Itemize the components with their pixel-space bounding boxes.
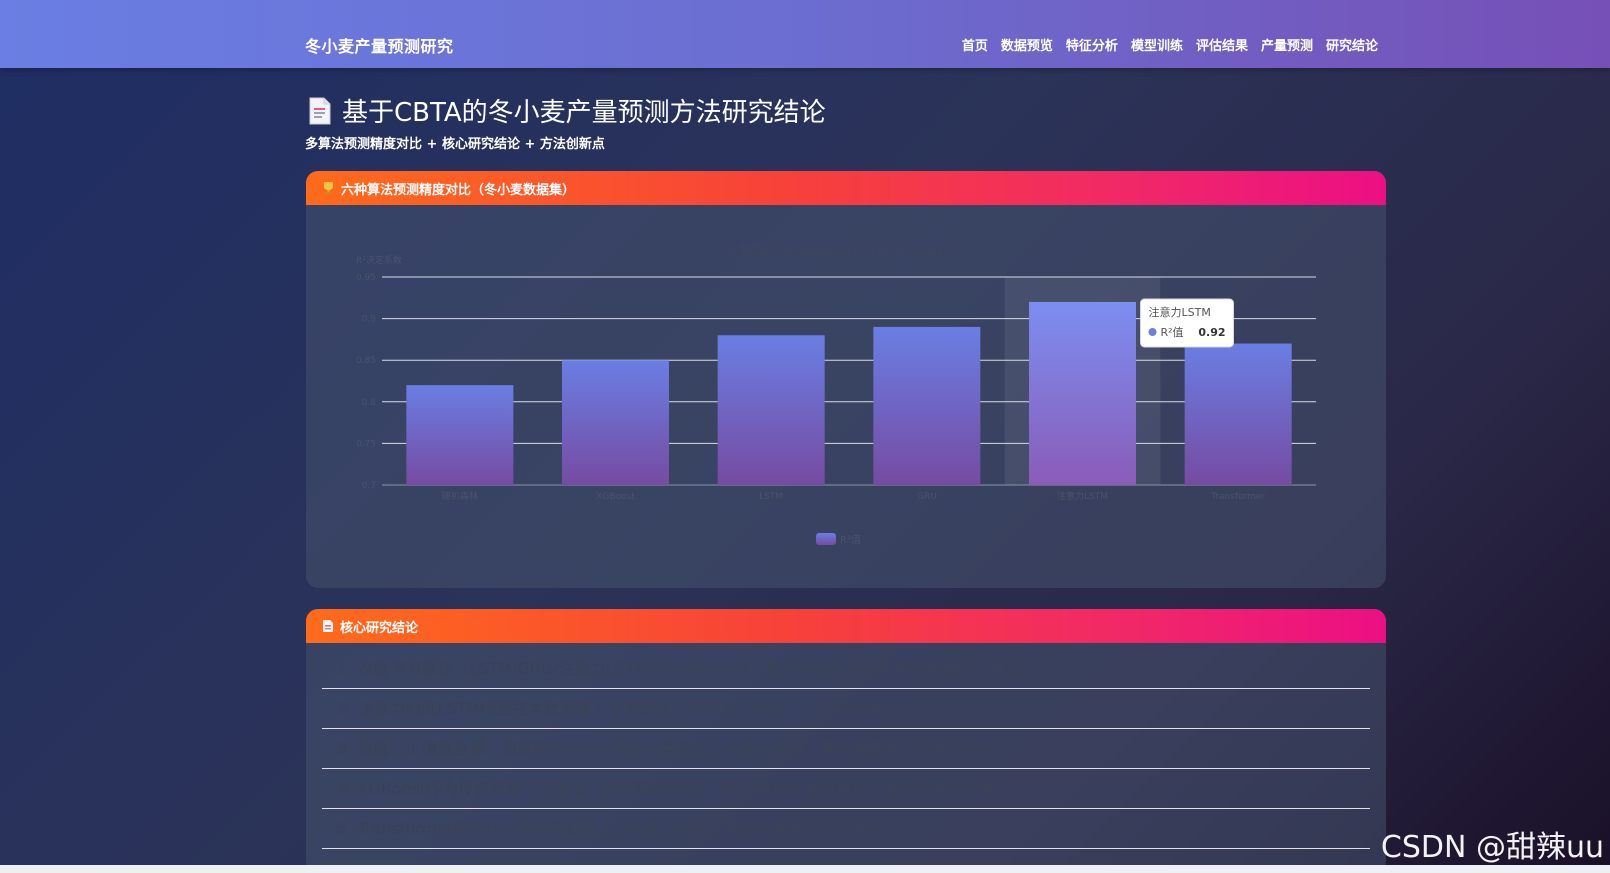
bar-3	[717, 335, 825, 485]
x-tick-label: 随机森林	[442, 490, 478, 502]
x-tick-label: XGBoost	[596, 492, 635, 502]
top-navbar: 冬小麦产量预测研究 首页 数据预览 特征分析 模型训练 评估结果 产量预测 研究…	[0, 0, 1610, 68]
tooltip-series: R²值	[1161, 326, 1184, 339]
csdn-watermark: CSDN @甜辣uu	[1380, 830, 1604, 865]
conclusions-card-title: 核心研究结论	[340, 620, 419, 636]
nav-link-feature-analysis[interactable]: 特征分析	[1066, 35, 1118, 54]
x-tick-label: GRU	[917, 492, 937, 502]
conclusion-item: 1. 深度学习算法（LSTM/GRU/注意力LSTM/Transformer）整…	[322, 649, 1370, 689]
legend-swatch	[816, 533, 836, 545]
x-tick-label: 注意力LSTM	[1057, 490, 1108, 502]
bar-chart[interactable]: 六种算法预测精度对比 (R²越高越好) R²决定系数 0.95 0.9 0.85 0.8 0…	[306, 205, 1386, 588]
y-axis-label: R²决定系数	[356, 254, 402, 266]
bar-5	[1029, 301, 1136, 485]
conclusion-item: 2. 注意力机制LSTM模型在本数据集上表现最优，R²可达0.92以上，RMSE…	[322, 689, 1370, 729]
tooltip-value: 0.92	[1198, 326, 1225, 339]
page-title-row: 基于CBTA的冬小麦产量预测方法研究结论	[308, 92, 826, 129]
x-tick-label: Transformer	[1210, 492, 1265, 502]
nav-link-yield-prediction[interactable]: 产量预测	[1261, 35, 1313, 54]
bar-2	[562, 360, 669, 485]
tooltip-marker	[1148, 328, 1157, 336]
chart-card-title: 六种算法预测精度对比（冬小麦数据集）	[341, 182, 576, 198]
nav-link-home[interactable]: 首页	[962, 35, 988, 54]
chart-card-header: 六种算法预测精度对比（冬小麦数据集）	[306, 171, 1386, 205]
x-tick-label: LSTM	[759, 492, 783, 502]
y-tick-label: 0.95	[356, 273, 376, 283]
conclusion-item: 4. XGBoost作为传统机器学习算法，预测精度接近LSTM，且训练速度更快，…	[322, 769, 1370, 809]
conclusion-item: 5. Transformer模型在小样本数据集上泛化能力稍弱，但在大样本下潜力巨…	[322, 809, 1370, 849]
page-subtitle: 多算法预测精度对比 + 核心研究结论 + 方法创新点	[305, 137, 605, 152]
bottom-scrollbar	[0, 865, 1610, 873]
bar-1	[406, 385, 514, 485]
conclusion-item: 3. 温度、土壤氮含量、湿度是影响冬小麦生长高度的三大核心特征，累计重要性占比超…	[322, 729, 1370, 769]
legend-label: R²值	[840, 533, 861, 546]
chart-card: 六种算法预测精度对比（冬小麦数据集） 六种算法预测精度对比 (R²越高越好) R²…	[306, 171, 1386, 588]
document-icon	[309, 97, 331, 124]
trophy-icon	[324, 182, 333, 194]
page-title: 基于CBTA的冬小麦产量预测方法研究结论	[342, 98, 826, 128]
bar-6	[1184, 343, 1292, 485]
y-tick-label: 0.8	[362, 398, 377, 408]
nav-link-model-training[interactable]: 模型训练	[1131, 35, 1183, 54]
y-tick-label: 0.85	[356, 356, 376, 366]
conclusions-list: 1. 深度学习算法（LSTM/GRU/注意力LSTM/Transformer）整…	[322, 649, 1370, 849]
brand-logo-text[interactable]: 冬小麦产量预测研究	[305, 33, 454, 57]
nav-links: 首页 数据预览 特征分析 模型训练 评估结果 产量预测 研究结论	[962, 35, 1378, 54]
y-tick-label: 0.9	[362, 315, 377, 325]
document-icon	[323, 620, 333, 632]
chart-title: 六种算法预测精度对比 (R²越高越好)	[726, 244, 957, 261]
nav-link-data-preview[interactable]: 数据预览	[1001, 35, 1053, 54]
conclusions-card-header: 核心研究结论	[306, 609, 1386, 643]
tooltip-category: 注意力LSTM	[1149, 305, 1211, 319]
y-tick-label: 0.75	[356, 439, 376, 449]
conclusions-card: 核心研究结论 1. 深度学习算法（LSTM/GRU/注意力LSTM/Transf…	[306, 609, 1386, 873]
bar-4	[873, 326, 981, 485]
nav-link-conclusions[interactable]: 研究结论	[1326, 35, 1378, 54]
nav-link-evaluation[interactable]: 评估结果	[1196, 35, 1248, 54]
y-tick-label: 0.7	[362, 481, 376, 491]
